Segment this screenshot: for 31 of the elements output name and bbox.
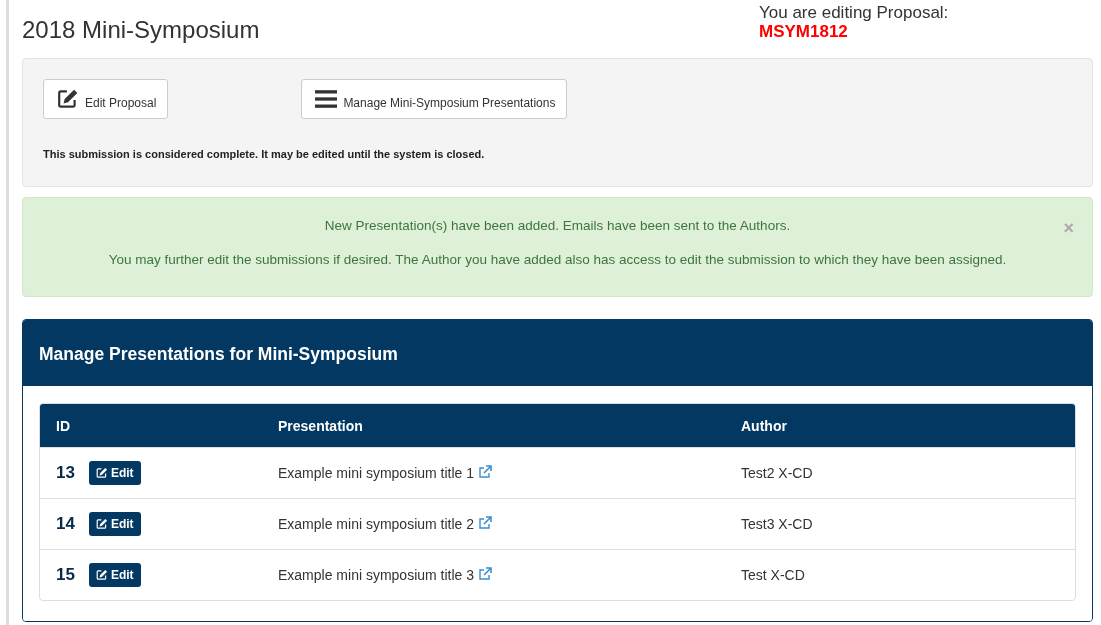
author-cell: Test3 X-CD	[741, 516, 813, 532]
external-link-icon[interactable]	[478, 516, 493, 530]
column-header: ID	[40, 404, 262, 447]
id-cell: 13	[56, 463, 75, 483]
column-header: Author	[725, 404, 1075, 447]
edit-icon	[95, 467, 108, 479]
menu-icon	[313, 88, 340, 110]
edit-icon	[95, 569, 108, 581]
alert-message: New Presentation(s) have been added. Emails have been sent to the Authors.	[323, 218, 792, 233]
presentation-title: Example mini symposium title 2	[278, 516, 475, 532]
author-cell: Test X-CD	[741, 567, 805, 583]
submission-note: This submission is considered complete. It may be edited until the system is closed.	[43, 148, 486, 160]
panel-title: Manage Presentations for Mini-Symposium	[23, 320, 1092, 386]
page-title: 2018 Mini-Symposium	[22, 16, 260, 44]
edit-icon	[95, 518, 108, 530]
id-cell: 15	[56, 565, 75, 585]
alert-message: You may further edit the submissions if desired. The Author you have added also has access to edit the submission to which they have been assigned.	[107, 252, 1008, 267]
edit-proposal-button[interactable]: Edit Proposal	[43, 79, 169, 119]
author-cell: Test2 X-CD	[741, 465, 813, 481]
presentation-title: Example mini symposium title 3	[278, 567, 475, 583]
id-cell: 14	[56, 514, 75, 534]
external-link-icon[interactable]	[478, 567, 493, 581]
edit-button[interactable]: Edit	[88, 461, 141, 485]
external-link-icon[interactable]	[478, 465, 493, 479]
proposal-id: MSYM1812	[759, 22, 849, 41]
column-header: Presentation	[262, 404, 725, 447]
manage-presentations-button[interactable]: Manage Mini-Symposium Presentations	[301, 79, 568, 119]
edit-button[interactable]: Edit	[88, 563, 141, 587]
presentation-title: Example mini symposium title 1	[278, 465, 475, 481]
edit-button[interactable]: Edit	[88, 512, 141, 536]
editing-label: You are editing Proposal:	[759, 3, 949, 22]
